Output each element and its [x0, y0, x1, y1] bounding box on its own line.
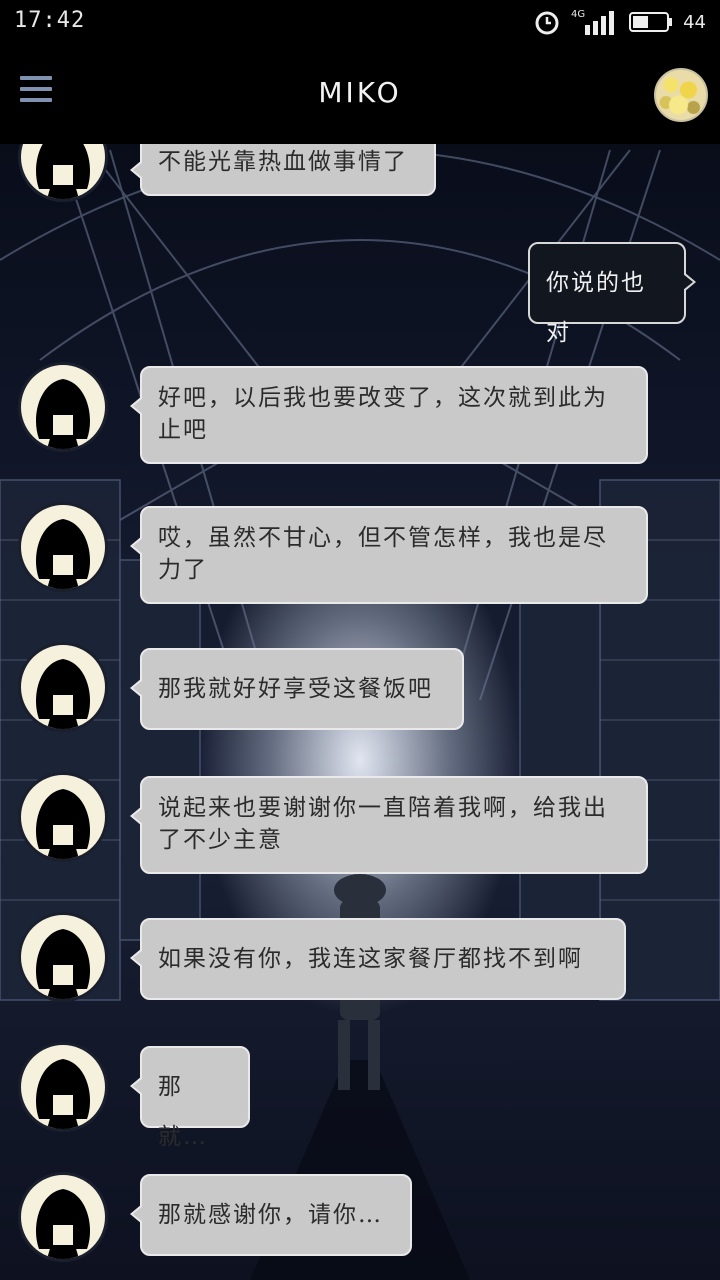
message-bubble[interactable]: 哎，虽然不甘心，但不管怎样，我也是尽力了: [130, 506, 648, 604]
message-bubble[interactable]: 如果没有你，我连这家餐厅都找不到啊: [130, 918, 626, 1000]
miko-avatar[interactable]: [18, 1042, 108, 1132]
message-bubble[interactable]: 说起来也要谢谢你一直陪着我啊，给我出了不少主意: [130, 776, 648, 874]
status-icons: 4G 44: [533, 6, 706, 38]
miko-avatar[interactable]: [18, 144, 108, 202]
character-silhouette-icon: [36, 379, 90, 449]
miko-avatar[interactable]: [18, 912, 108, 1002]
alarm-clock-icon: [535, 11, 559, 35]
message-bubble[interactable]: 那就感谢你，请你…: [130, 1174, 412, 1256]
message-bubble[interactable]: 那就…: [130, 1046, 250, 1150]
status-bar: 17:42 4G 44: [0, 0, 720, 44]
character-silhouette-icon: [36, 929, 90, 999]
message-bubble[interactable]: 不能光靠热血做事情了: [130, 144, 436, 196]
contact-name-title: MIKO: [318, 76, 402, 109]
character-silhouette-icon: [36, 519, 90, 589]
character-silhouette-icon: [36, 789, 90, 859]
character-silhouette-icon: [36, 1189, 90, 1259]
battery-percentage: 44: [683, 11, 706, 33]
miko-avatar[interactable]: [18, 362, 108, 452]
character-silhouette-icon: [36, 659, 90, 729]
user-profile-avatar[interactable]: [654, 68, 708, 122]
chat-header: MIKO: [0, 44, 720, 144]
miko-avatar[interactable]: [18, 642, 108, 732]
message-bubble[interactable]: 你说的也对: [528, 242, 696, 346]
signal-strength-icon: [585, 11, 615, 35]
character-silhouette-icon: [36, 1059, 90, 1129]
message-bubble[interactable]: 那我就好好享受这餐饭吧: [130, 648, 464, 730]
battery-icon: [629, 12, 673, 32]
network-type-label: 4G: [570, 8, 586, 20]
miko-avatar[interactable]: [18, 502, 108, 592]
status-time: 17:42: [14, 8, 86, 33]
miko-avatar[interactable]: [18, 1172, 108, 1262]
character-silhouette-icon: [36, 144, 90, 199]
miko-avatar[interactable]: [18, 772, 108, 862]
message-bubble[interactable]: 好吧，以后我也要改变了，这次就到此为止吧: [130, 366, 648, 464]
chat-message-list[interactable]: 不能光靠热血做事情了 你说的也对 好吧，以后我也要改变了，这次就到此为止吧 哎，…: [0, 144, 720, 1280]
